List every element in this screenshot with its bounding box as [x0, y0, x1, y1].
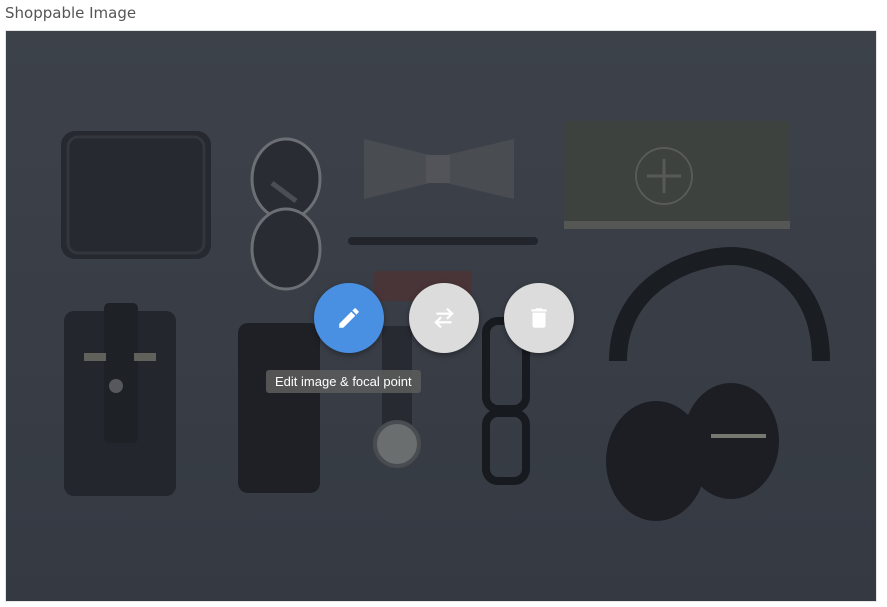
trash-icon: [531, 308, 547, 328]
shoppable-image-frame[interactable]: Edit image & focal point: [5, 30, 877, 602]
remove-image-button[interactable]: [504, 283, 574, 353]
edit-image-tooltip: Edit image & focal point: [266, 370, 421, 393]
field-label: Shoppable Image: [5, 4, 137, 22]
replace-image-button[interactable]: [409, 283, 479, 353]
pencil-icon: [339, 308, 359, 328]
swap-arrows-icon: [434, 307, 454, 329]
edit-image-button[interactable]: [314, 283, 384, 353]
